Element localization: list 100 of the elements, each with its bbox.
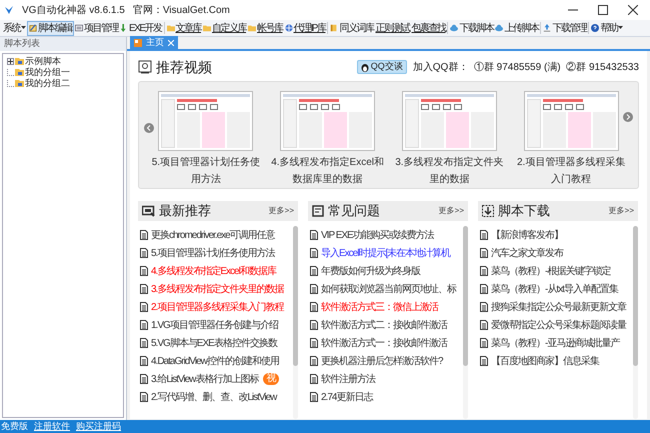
tree-item[interactable]: 我的分组二: [25, 76, 70, 90]
article-link[interactable]: 4.多线程发布指定Excel和数据库: [151, 264, 276, 278]
app-logo-icon: [4, 5, 14, 15]
toolbar-button[interactable]: 帐号库: [247, 20, 284, 36]
document-icon: [480, 338, 488, 348]
cloud-icon: [495, 24, 504, 32]
article-link[interactable]: 5.VG脚本与EXE表格控件交换数: [151, 336, 277, 350]
article-link[interactable]: 导入Excel时提示[未在本地计算机: [321, 246, 450, 260]
video-caption[interactable]: 3.多线程发布指定文件夹里的数据: [390, 154, 508, 188]
window-title: VG自动化神器 v8.6.1.5: [22, 4, 125, 18]
article-link[interactable]: 2.项目管理器多线程采集入门教程: [151, 300, 284, 314]
toolbar-button[interactable]: 包裹查找: [410, 20, 446, 36]
document-icon: [310, 392, 318, 402]
status-text: 免费版: [1, 420, 28, 433]
toolbar-button[interactable]: 代理IP库: [284, 20, 326, 36]
video-caption[interactable]: 5.项目管理器计划任务使用方法: [146, 154, 265, 188]
toolbar-button[interactable]: 上传脚本: [494, 20, 540, 36]
document-icon: [480, 302, 488, 312]
folder-icon: [166, 24, 175, 32]
article-link[interactable]: 1.VG项目管理器任务创建与介绍: [151, 318, 278, 332]
article-link[interactable]: 【新浪博客发布】: [491, 228, 563, 242]
article-link[interactable]: 2.写代码增、删、查、改ListView: [151, 390, 276, 404]
video-icon: [138, 60, 152, 74]
document-icon: [310, 230, 318, 240]
article-link[interactable]: 菜鸟（教程）-根据关键字锁定: [491, 264, 610, 278]
toolbar-button[interactable]: 正则测试: [374, 20, 410, 36]
article-link[interactable]: 软件激活方式二：接收邮件激活: [321, 318, 447, 332]
article-link[interactable]: 5.项目管理器计划任务使用方法: [151, 246, 274, 260]
qq-chat-button[interactable]: QQ交谈: [356, 60, 407, 74]
panel-title: 最新推荐: [159, 202, 211, 220]
article-link[interactable]: 软件激活方式三：微信上激活: [321, 300, 438, 314]
more-link[interactable]: 更多>>: [608, 205, 634, 217]
article-link[interactable]: 搜狗采集指定公众号最新更新文章: [491, 300, 626, 314]
document-icon: [310, 266, 318, 276]
toolbar-button[interactable]: 脚本编辑: [27, 20, 74, 36]
document-icon: [310, 338, 318, 348]
document-icon: [480, 356, 488, 366]
more-link[interactable]: 更多>>: [268, 205, 294, 217]
toolbar-button[interactable]: EXE开发: [119, 20, 163, 36]
article-link[interactable]: 软件激活方式一：接收邮件激活: [321, 336, 447, 350]
document-icon: [140, 266, 148, 276]
document-icon: [310, 320, 318, 330]
article-link[interactable]: 3.多线程发布指定文件夹里的数据: [151, 282, 284, 296]
scrollbar[interactable]: [293, 226, 298, 419]
toolbar-button[interactable]: 系统: [2, 20, 27, 36]
scrollbar[interactable]: [633, 226, 638, 419]
article-link[interactable]: 更换chromedriver.exe可调用任意: [151, 228, 275, 242]
article-link[interactable]: 年费版如何升级为终身版: [321, 264, 420, 278]
document-icon: [140, 284, 148, 294]
article-link[interactable]: 更换机器注册后怎样激活软件?: [321, 354, 443, 368]
toolbar-button[interactable]: 下载管理: [542, 20, 588, 36]
document-icon: [480, 266, 488, 276]
document-icon: [310, 374, 318, 384]
website-label: 官网：VisualGet.Com: [132, 4, 230, 18]
document-icon: [310, 356, 318, 366]
article-link[interactable]: 汽车之家文章发布: [491, 246, 563, 260]
document-icon: [310, 302, 318, 312]
panel-title: 脚本下载: [498, 202, 550, 220]
window-icon: [75, 24, 83, 32]
document-icon: [140, 356, 148, 366]
article-link[interactable]: 菜鸟（教程）-从txt导入单配置集: [491, 282, 618, 296]
down-arrow-icon: [120, 24, 128, 32]
document-icon: [480, 230, 488, 240]
panel-title: 常见问题: [328, 202, 380, 220]
toolbar-button[interactable]: 同义词库: [329, 20, 374, 36]
toolbar-button[interactable]: 帮助: [590, 20, 624, 36]
script-edit-icon: [29, 24, 37, 32]
video-caption[interactable]: 2.项目管理器多线程采集入门教程: [512, 154, 630, 188]
folder-icon: [15, 57, 24, 66]
folder-icon: [15, 79, 24, 88]
article-link[interactable]: 爱微帮指定公众号采集标题阅读量: [491, 318, 626, 332]
article-link[interactable]: 4.DataGridView控件的创建和使用: [151, 354, 279, 368]
article-link[interactable]: 如何获取浏览器当前网页地址、标: [321, 282, 456, 296]
toolbar-button[interactable]: 文章库: [166, 20, 202, 36]
article-link[interactable]: VIP EXE功能购买或续费方法: [321, 228, 434, 242]
expand-toggle[interactable]: [7, 58, 14, 65]
article-link[interactable]: 软件注册方法: [321, 372, 375, 386]
document-icon: [312, 205, 324, 217]
scrollbar[interactable]: [463, 226, 468, 419]
toolbar-button[interactable]: 项目管理: [74, 20, 119, 36]
toolbar-button[interactable]: 自定义库: [202, 20, 248, 36]
maximize-icon[interactable]: [598, 5, 608, 15]
status-link[interactable]: 注册软件: [34, 420, 70, 433]
toolbar-button[interactable]: 下载脚本: [449, 20, 494, 36]
document-icon: [140, 392, 148, 402]
article-link[interactable]: 【百度地图商家】信息采集: [491, 354, 599, 368]
article-link[interactable]: 3.给ListView表格行加上图标: [151, 372, 258, 386]
document-icon: [480, 320, 488, 330]
more-link[interactable]: 更多>>: [438, 205, 464, 217]
document-icon: [140, 338, 148, 348]
penguin-icon: [360, 62, 369, 72]
panel-title: 脚本列表: [4, 37, 40, 50]
close-icon[interactable]: [628, 5, 638, 15]
video-caption[interactable]: 4.多线程发布指定Excel和数据库里的数据: [268, 154, 387, 188]
article-link[interactable]: 菜鸟（教程）-亚马逊商城批量产: [491, 336, 620, 350]
status-link[interactable]: 购买注册码: [76, 420, 121, 433]
tree-item[interactable]: 我的分组一: [25, 66, 70, 80]
tree-item[interactable]: 示例脚本: [25, 54, 61, 68]
article-link[interactable]: 2.74更新日志: [321, 390, 372, 404]
caret-icon: [21, 26, 26, 30]
